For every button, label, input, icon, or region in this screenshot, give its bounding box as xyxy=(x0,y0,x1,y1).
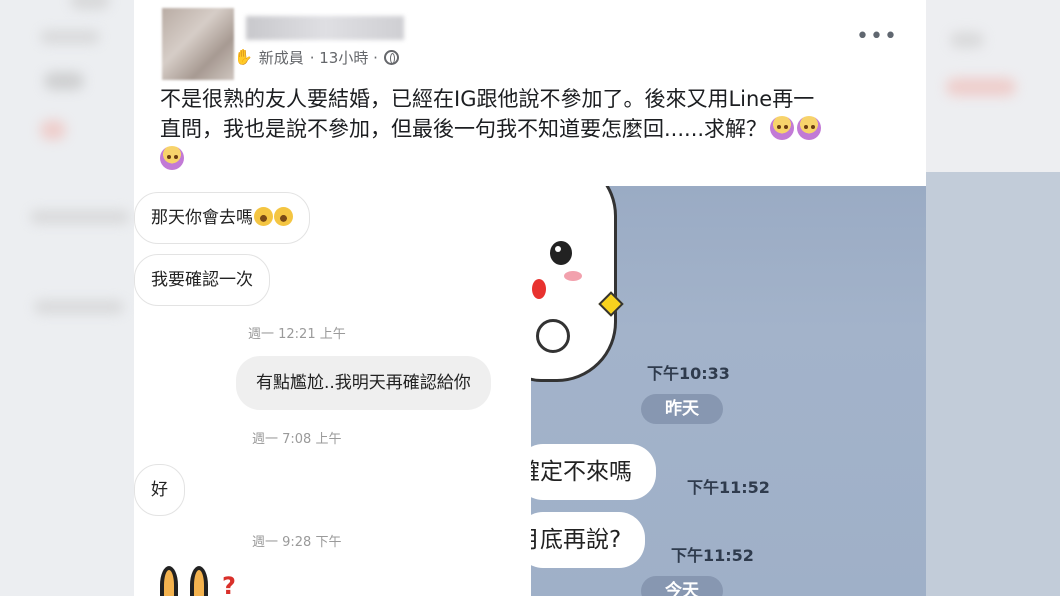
weary-face-icon xyxy=(797,116,822,140)
attached-screenshots[interactable]: 那天你會去嗎 我要確認一次 週一 12:21 上午 有點尷尬..我明天再確認給你… xyxy=(134,186,926,596)
avatar[interactable] xyxy=(162,8,234,80)
line-message-text: 月底再說? xyxy=(531,527,622,553)
more-options-button[interactable]: ••• xyxy=(856,26,897,52)
post-text-line-1: 不是很熟的友人要結婚，已經在IG跟他說不參加了。後來又用Line再一 xyxy=(160,87,815,111)
line-timestamp: 下午11:52 xyxy=(671,546,754,565)
ig-message-bubble: 那天你會去嗎 xyxy=(134,192,310,244)
post-text: 不是很熟的友人要結婚，已經在IG跟他說不參加了。後來又用Line再一 直問，我也… xyxy=(160,84,900,174)
rabbit-sticker-icon xyxy=(156,564,216,596)
ig-message-text: 那天你會去嗎 xyxy=(151,208,253,228)
background-right-lower xyxy=(926,172,1060,596)
weary-face-icon xyxy=(770,116,795,140)
wave-hand-icon: ✋ xyxy=(234,48,253,66)
ig-timestamp: 週一 12:21 上午 xyxy=(248,327,346,342)
facebook-post: ✋ 新成員 · 13小時 · ••• 不是很熟的友人要結婚，已經在IG跟他說不參… xyxy=(134,0,926,186)
globe-icon xyxy=(383,49,399,65)
background-left-column xyxy=(0,0,134,596)
ig-message-text: 我要確認一次 xyxy=(151,270,253,290)
ig-timestamp: 週一 9:28 下午 xyxy=(252,535,342,550)
post-text-line-3 xyxy=(160,144,900,174)
laughing-emoji-icon xyxy=(254,207,273,226)
ig-message-bubble: 好 xyxy=(134,464,185,516)
line-date-divider: 今天 xyxy=(641,576,723,596)
ig-reply-bubble: 有點尷尬..我明天再確認給你 xyxy=(236,356,491,410)
ig-message-text: 好 xyxy=(151,480,168,500)
weary-face-icon xyxy=(160,146,184,170)
author-name-blurred[interactable] xyxy=(246,16,404,40)
post-text-line-2: 直問，我也是說不參加，但最後一句我不知道要怎麼回......求解？ xyxy=(160,114,900,144)
post-text-line-2-text: 直問，我也是說不參加，但最後一句我不知道要怎麼回......求解？ xyxy=(160,117,768,141)
cony-sticker-icon xyxy=(531,186,624,382)
ig-reply-text: 有點尷尬..我明天再確認給你 xyxy=(256,373,471,393)
line-timestamp: 下午11:52 xyxy=(687,478,770,497)
member-badge: 新成員 xyxy=(258,48,304,67)
line-chat-screenshot: 下午10:33 昨天 確定不來嗎 下午11:52 月底再說? 下午11:52 今… xyxy=(531,186,926,596)
line-message-bubble: 月底再說? xyxy=(531,512,646,568)
ig-timestamp: 週一 7:08 上午 xyxy=(252,432,342,447)
laughing-emoji-icon xyxy=(274,207,293,226)
line-message-text: 確定不來嗎 xyxy=(531,459,632,485)
line-message-bubble: 確定不來嗎 xyxy=(531,444,656,500)
line-timestamp: 下午10:33 xyxy=(647,364,730,383)
instagram-chat-screenshot: 那天你會去嗎 我要確認一次 週一 12:21 上午 有點尷尬..我明天再確認給你… xyxy=(134,186,531,596)
ig-message-bubble: 我要確認一次 xyxy=(134,254,270,306)
line-date-divider: 昨天 xyxy=(641,394,723,424)
post-time[interactable]: · 13小時 · xyxy=(310,47,378,68)
question-mark-sticker: ? xyxy=(222,572,236,596)
post-meta: ✋ 新成員 · 13小時 · xyxy=(234,46,399,68)
